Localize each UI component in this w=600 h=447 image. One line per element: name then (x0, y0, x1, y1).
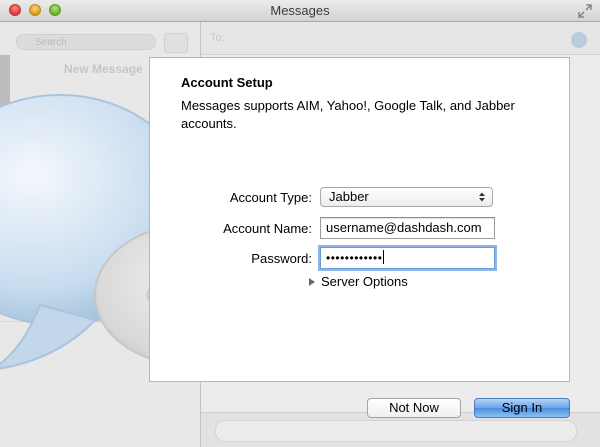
popup-arrows-icon (479, 192, 485, 202)
account-name-label: Account Name: (223, 221, 312, 236)
account-name-field[interactable]: username@dashdash.com (320, 217, 495, 239)
account-type-value: Jabber (329, 189, 369, 204)
window-title: Messages (270, 3, 330, 18)
account-setup-panel: Account Setup Messages supports AIM, Yah… (149, 57, 570, 382)
fullscreen-icon[interactable] (578, 4, 592, 18)
sign-in-button[interactable]: Sign In (474, 398, 570, 418)
dialog-heading: Account Setup (181, 75, 273, 90)
password-field[interactable]: •••••••••••• (320, 247, 495, 269)
dialog-description: Messages supports AIM, Yahoo!, Google Ta… (181, 98, 515, 131)
account-type-label: Account Type: (229, 190, 312, 205)
account-setup-sheet: Account Setup Messages supports AIM, Yah… (0, 22, 600, 447)
server-options-toggle[interactable]: Server Options (321, 274, 408, 289)
password-value: •••••••••••• (326, 251, 383, 265)
disclosure-triangle-icon[interactable] (307, 277, 317, 287)
account-type-popup[interactable]: Jabber (320, 187, 493, 207)
not-now-button[interactable]: Not Now (367, 398, 461, 418)
messages-window: Messages Search New Message To: Account … (0, 0, 600, 447)
password-label: Password: (251, 251, 312, 266)
text-caret (383, 250, 385, 264)
title-bar: Messages (0, 0, 600, 22)
